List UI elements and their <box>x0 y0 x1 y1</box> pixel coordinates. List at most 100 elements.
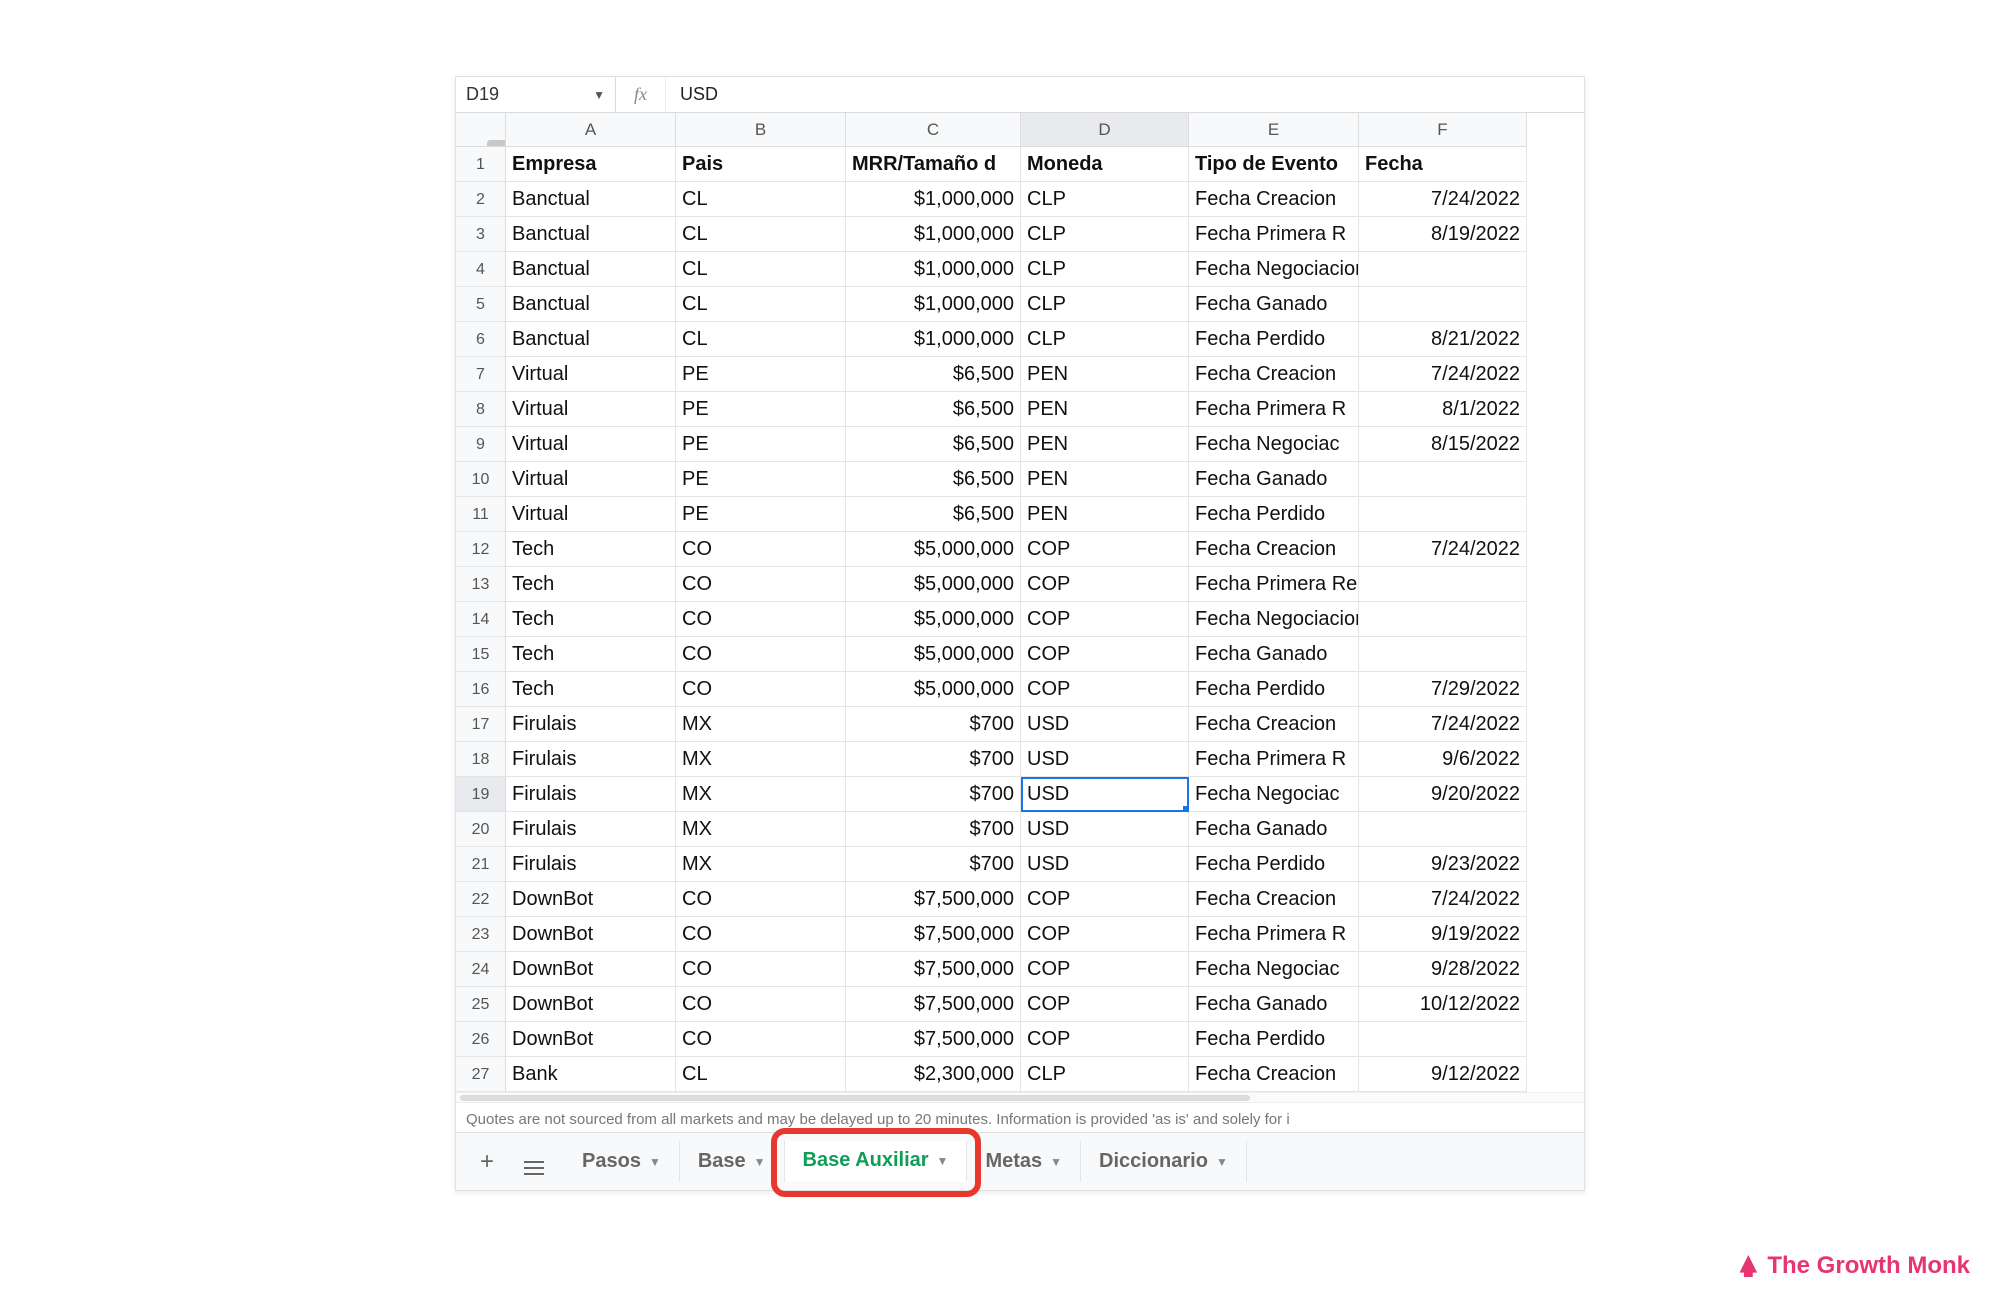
add-sheet-button[interactable]: + <box>470 1142 504 1182</box>
row-header-25[interactable]: 25 <box>456 987 506 1022</box>
header-cell[interactable]: Tipo de Evento <box>1189 147 1359 182</box>
cell[interactable]: Firulais <box>506 742 676 777</box>
column-header-D[interactable]: D <box>1021 113 1189 147</box>
cell[interactable]: $6,500 <box>846 427 1021 462</box>
sheet-tab-base[interactable]: Base▼ <box>680 1141 785 1182</box>
cell[interactable]: Fecha Ganado <box>1189 462 1359 497</box>
cell[interactable]: PEN <box>1021 427 1189 462</box>
cell[interactable]: COP <box>1021 637 1189 672</box>
cell[interactable]: CO <box>676 917 846 952</box>
cell[interactable]: CLP <box>1021 1057 1189 1092</box>
cell[interactable]: $7,500,000 <box>846 952 1021 987</box>
cell[interactable]: CLP <box>1021 252 1189 287</box>
header-cell[interactable]: Fecha <box>1359 147 1527 182</box>
row-header-21[interactable]: 21 <box>456 847 506 882</box>
cell[interactable]: Tech <box>506 567 676 602</box>
cell[interactable] <box>1359 462 1527 497</box>
horizontal-scrollbar[interactable] <box>456 1092 1584 1102</box>
cell[interactable]: CO <box>676 882 846 917</box>
cell[interactable]: CO <box>676 952 846 987</box>
row-header-27[interactable]: 27 <box>456 1057 506 1092</box>
all-sheets-button[interactable] <box>514 1142 554 1182</box>
row-header-12[interactable]: 12 <box>456 532 506 567</box>
cell[interactable]: MX <box>676 742 846 777</box>
cell[interactable]: Virtual <box>506 427 676 462</box>
cell[interactable]: $7,500,000 <box>846 882 1021 917</box>
cell[interactable]: MX <box>676 707 846 742</box>
cell[interactable]: Banctual <box>506 252 676 287</box>
cell[interactable]: $1,000,000 <box>846 217 1021 252</box>
header-cell[interactable]: MRR/Tamaño d <box>846 147 1021 182</box>
cell[interactable]: Fecha Perdido <box>1189 497 1359 532</box>
cell[interactable]: USD <box>1021 847 1189 882</box>
cell[interactable]: $1,000,000 <box>846 287 1021 322</box>
cell[interactable] <box>1359 812 1527 847</box>
cell[interactable]: COP <box>1021 917 1189 952</box>
cell[interactable]: DownBot <box>506 882 676 917</box>
cell[interactable]: Fecha Creacion <box>1189 1057 1359 1092</box>
cell[interactable]: Tech <box>506 637 676 672</box>
cell[interactable]: Fecha Negociacion <box>1189 252 1359 287</box>
cell[interactable]: $1,000,000 <box>846 182 1021 217</box>
cell[interactable]: 7/29/2022 <box>1359 672 1527 707</box>
cell[interactable]: COP <box>1021 952 1189 987</box>
cell[interactable]: COP <box>1021 672 1189 707</box>
cell[interactable]: Firulais <box>506 707 676 742</box>
cell[interactable]: Tech <box>506 602 676 637</box>
cell[interactable]: $6,500 <box>846 392 1021 427</box>
cell[interactable]: Fecha Primera R <box>1189 742 1359 777</box>
row-header-23[interactable]: 23 <box>456 917 506 952</box>
cell[interactable]: Banctual <box>506 322 676 357</box>
cell[interactable]: Banctual <box>506 182 676 217</box>
cell[interactable]: CL <box>676 322 846 357</box>
cell[interactable]: Fecha Creacion <box>1189 182 1359 217</box>
column-header-C[interactable]: C <box>846 113 1021 147</box>
cell[interactable]: Fecha Ganado <box>1189 287 1359 322</box>
cell[interactable]: $700 <box>846 777 1021 812</box>
row-header-1[interactable]: 1 <box>456 147 506 182</box>
cell[interactable]: Firulais <box>506 812 676 847</box>
cell[interactable]: Tech <box>506 532 676 567</box>
sheet-tab-pasos[interactable]: Pasos▼ <box>564 1141 680 1182</box>
cell[interactable]: PE <box>676 497 846 532</box>
cell[interactable]: Fecha Negociac <box>1189 777 1359 812</box>
cell[interactable]: CO <box>676 672 846 707</box>
row-header-22[interactable]: 22 <box>456 882 506 917</box>
sheet-tab-diccionario[interactable]: Diccionario▼ <box>1081 1141 1247 1182</box>
cell[interactable]: CL <box>676 1057 846 1092</box>
cell[interactable]: USD <box>1021 707 1189 742</box>
cell[interactable]: Fecha Negociacion <box>1189 602 1359 637</box>
cell[interactable]: $7,500,000 <box>846 917 1021 952</box>
cell[interactable]: Fecha Perdido <box>1189 1022 1359 1057</box>
cell[interactable]: Fecha Primera R <box>1189 917 1359 952</box>
cell[interactable]: DownBot <box>506 987 676 1022</box>
column-header-A[interactable]: A <box>506 113 676 147</box>
column-header-B[interactable]: B <box>676 113 846 147</box>
column-header-E[interactable]: E <box>1189 113 1359 147</box>
cell[interactable]: COP <box>1021 1022 1189 1057</box>
cell[interactable]: Virtual <box>506 392 676 427</box>
cell[interactable] <box>1359 602 1527 637</box>
select-all-corner[interactable] <box>456 113 506 147</box>
cell[interactable] <box>1359 497 1527 532</box>
row-header-26[interactable]: 26 <box>456 1022 506 1057</box>
cell[interactable]: 8/21/2022 <box>1359 322 1527 357</box>
cell[interactable]: Fecha Primera R <box>1189 217 1359 252</box>
cell[interactable]: CL <box>676 287 846 322</box>
cell[interactable] <box>1359 287 1527 322</box>
cell[interactable]: CLP <box>1021 322 1189 357</box>
cell[interactable]: CO <box>676 602 846 637</box>
row-header-7[interactable]: 7 <box>456 357 506 392</box>
cell[interactable]: 7/24/2022 <box>1359 357 1527 392</box>
cell[interactable] <box>1359 567 1527 602</box>
cell[interactable]: CO <box>676 532 846 567</box>
cell[interactable]: $5,000,000 <box>846 567 1021 602</box>
cell[interactable]: USD <box>1021 777 1189 812</box>
cell[interactable]: CO <box>676 637 846 672</box>
cell[interactable]: CL <box>676 182 846 217</box>
cell[interactable]: COP <box>1021 882 1189 917</box>
cell[interactable]: Banctual <box>506 287 676 322</box>
cell[interactable]: CLP <box>1021 182 1189 217</box>
cell[interactable]: Fecha Primera Reunion <box>1189 567 1359 602</box>
row-header-6[interactable]: 6 <box>456 322 506 357</box>
